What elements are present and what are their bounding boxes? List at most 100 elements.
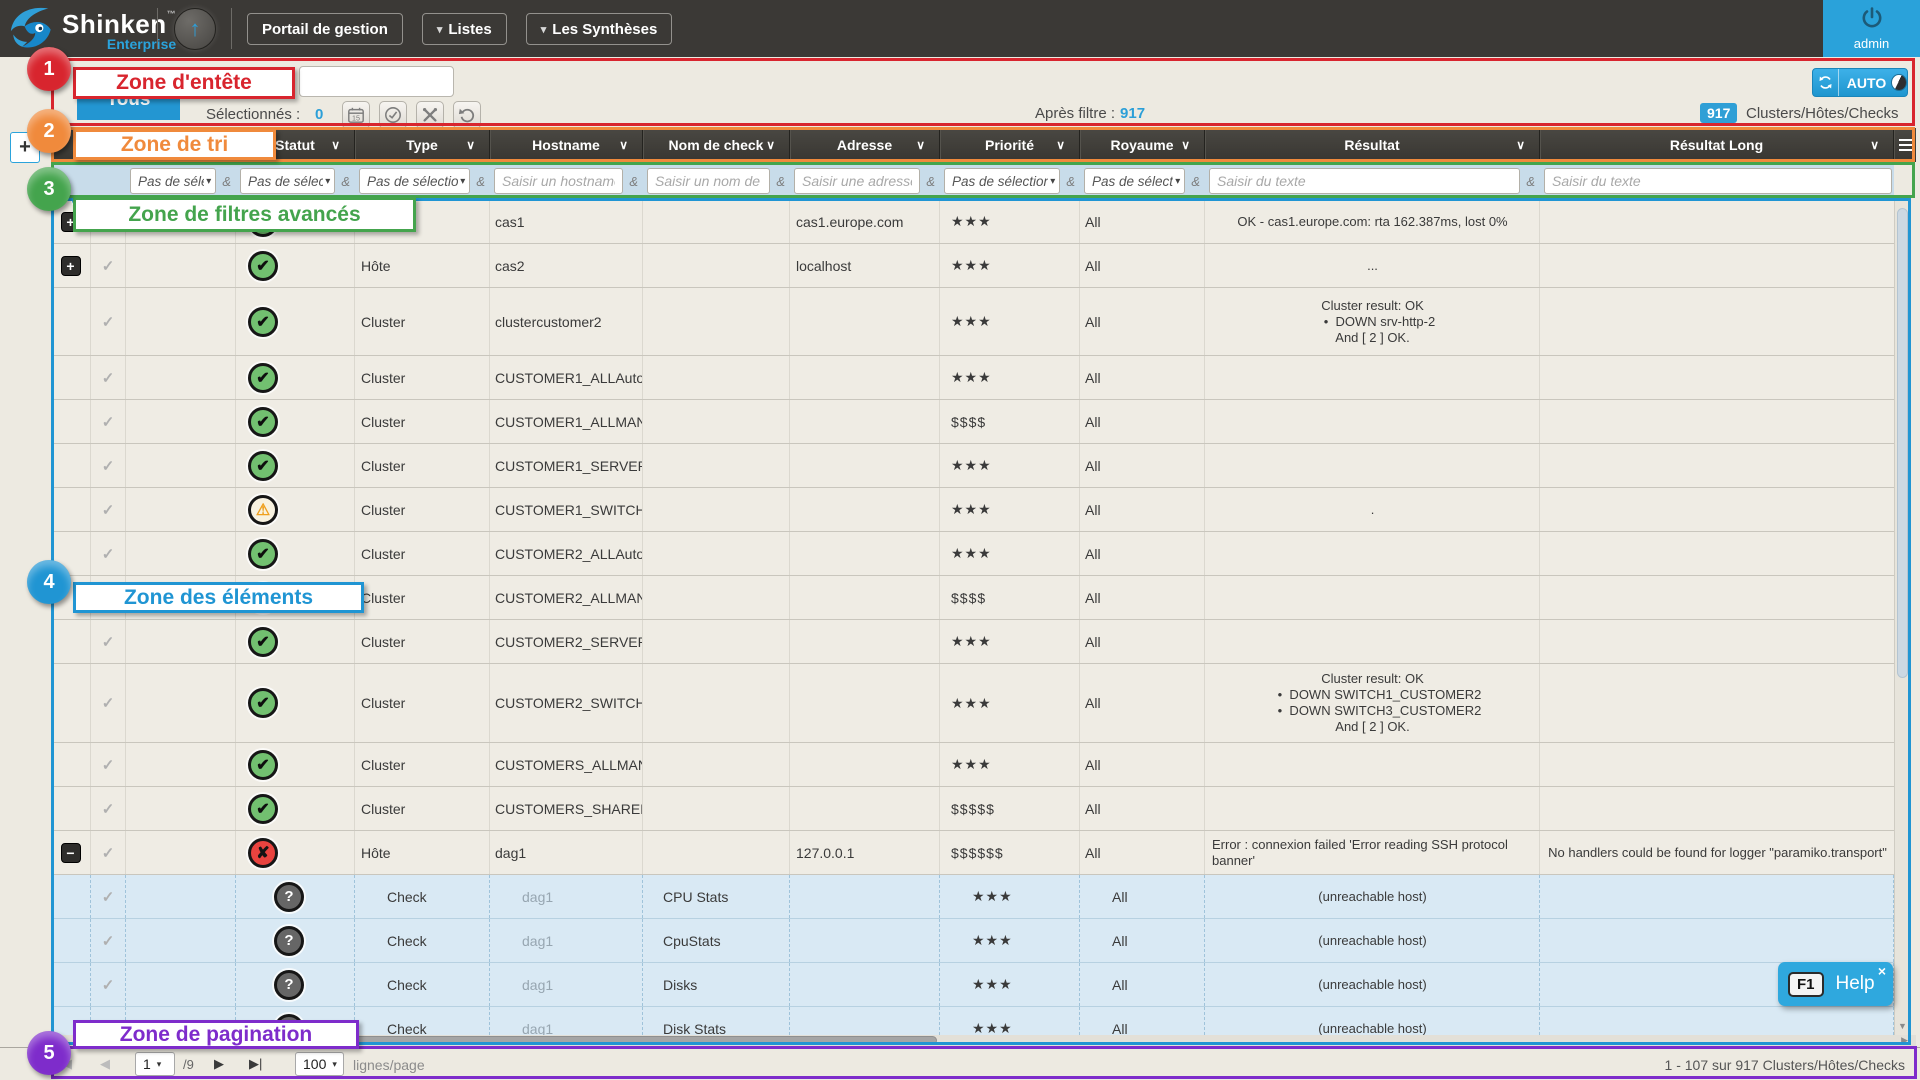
chevron-down-icon[interactable]: ∨: [331, 138, 340, 152]
table-row[interactable]: ✓ Cluster CUSTOMER2_SWITCH ★★★ All Clust…: [51, 664, 1894, 743]
vertical-scrollbar[interactable]: ▼: [1894, 200, 1910, 1035]
filter-input[interactable]: [1209, 168, 1520, 194]
table-row[interactable]: ✓ Check dag1 CPU Stats ★★★ All (unreacha…: [51, 875, 1894, 919]
row-checkbox[interactable]: ✓: [91, 664, 126, 742]
chevron-down-icon: ▾: [460, 176, 465, 187]
chevron-down-icon[interactable]: ∨: [466, 138, 475, 152]
column-header[interactable]: Adresse ∨: [790, 128, 940, 162]
row-checkbox[interactable]: ✓: [91, 1007, 126, 1035]
chevron-down-icon[interactable]: ∨: [1056, 138, 1065, 152]
column-menu-icon[interactable]: [1894, 128, 1916, 162]
row-checkbox[interactable]: ✓: [91, 532, 126, 575]
result-long-cell: [1540, 244, 1894, 287]
table-row[interactable]: ✓ Cluster clustercustomer2 ★★★ All Clust…: [51, 288, 1894, 356]
row-checkbox[interactable]: ✓: [91, 356, 126, 399]
column-header[interactable]: Type ∨: [355, 128, 490, 162]
row-checkbox[interactable]: ✓: [91, 963, 126, 1006]
next-page-button[interactable]: ▶: [214, 1056, 224, 1072]
first-page-button[interactable]: ◀: [62, 1056, 72, 1072]
tab-tous[interactable]: Tous: [77, 80, 180, 120]
column-header[interactable]: Hostname ∨: [490, 128, 643, 162]
row-checkbox[interactable]: ✓: [91, 400, 126, 443]
expand-all-button[interactable]: +: [10, 132, 40, 163]
scroll-left-icon[interactable]: ◀: [57, 1035, 64, 1046]
filter-input[interactable]: [647, 168, 770, 194]
filter-select[interactable]: Pas de sélection ▾: [944, 168, 1060, 194]
check-circle-button[interactable]: [379, 101, 407, 129]
chevron-down-icon[interactable]: ∨: [1870, 138, 1879, 152]
nav-button[interactable]: Portail de gestion: [247, 13, 403, 45]
chevron-down-icon[interactable]: ∨: [619, 138, 628, 152]
auto-refresh-button[interactable]: AUTO: [1812, 68, 1908, 97]
filter-select[interactable]: Pas de sélection ▾: [130, 168, 216, 194]
nav-button[interactable]: ▾ Les Synthèses: [526, 13, 673, 45]
expand-cell: [51, 488, 91, 531]
table-row[interactable]: ✓ Check dag1 CpuStats ★★★ All (unreachab…: [51, 919, 1894, 963]
undo-button[interactable]: [453, 101, 481, 129]
row-checkbox[interactable]: ✓: [91, 919, 126, 962]
expand-toggle-icon[interactable]: +: [61, 256, 81, 276]
view-name-input[interactable]: [299, 66, 454, 97]
row-checkbox[interactable]: ✓: [91, 488, 126, 531]
row-checkbox[interactable]: ✓: [91, 787, 126, 830]
filter-input[interactable]: [494, 168, 623, 194]
user-menu[interactable]: admin: [1823, 0, 1920, 57]
expand-toggle-icon[interactable]: −: [61, 843, 81, 863]
per-page-select[interactable]: 100 ▾: [295, 1052, 344, 1076]
table-row[interactable]: ✓ Check dag1 Disks ★★★ All (unreachable …: [51, 963, 1894, 1007]
help-toast[interactable]: F1 Help ×: [1778, 962, 1893, 1006]
table-row[interactable]: ✓ Cluster CUSTOMER1_ALLAuto ★★★ All: [51, 356, 1894, 400]
filter-select[interactable]: Pas de sélection ▾: [359, 168, 470, 194]
page-select[interactable]: 1 ▾: [135, 1052, 175, 1076]
chevron-down-icon[interactable]: ∨: [1516, 138, 1525, 152]
column-header[interactable]: Résultat ∨: [1205, 128, 1540, 162]
column-header[interactable]: Nom de check ∨: [643, 128, 790, 162]
row-checkbox[interactable]: ✓: [91, 288, 126, 355]
table-row[interactable]: + ✓ Hôte cas1 cas1.europe.com ★★★ All OK…: [51, 200, 1894, 244]
scroll-right-icon[interactable]: ▶: [1901, 1035, 1908, 1046]
table-row[interactable]: ✓ Cluster CUSTOMER1_ALLMANU $$$$ All: [51, 400, 1894, 444]
chevron-down-icon[interactable]: ∨: [916, 138, 925, 152]
previous-page-button[interactable]: ◀: [100, 1056, 110, 1072]
filter-input[interactable]: [1544, 168, 1892, 194]
table-row[interactable]: − ✓ Hôte dag1 127.0.0.1 $$$$$$ All Error…: [51, 831, 1894, 875]
row-checkbox[interactable]: ✓: [91, 444, 126, 487]
row-checkbox[interactable]: ✓: [91, 244, 126, 287]
filter-select[interactable]: Pas de sélection ▾: [1084, 168, 1185, 194]
column-header[interactable]: Résultat Long ∨: [1540, 128, 1894, 162]
table-row[interactable]: + 15 ✓ Hôte cas2 localhost ★★★ All ...: [51, 244, 1894, 288]
row-checkbox[interactable]: ✓: [91, 200, 126, 243]
column-header[interactable]: Royaume ∨: [1080, 128, 1205, 162]
tools-button[interactable]: [416, 101, 444, 129]
scroll-top-button[interactable]: ↑: [174, 8, 216, 50]
row-checkbox[interactable]: ✓: [91, 831, 126, 874]
chevron-down-icon[interactable]: ∨: [766, 138, 775, 152]
table-row[interactable]: ✓ Cluster CUSTOMERS_ALLMANU ★★★ All: [51, 743, 1894, 787]
column-header[interactable]: Priorité ∨: [940, 128, 1080, 162]
expand-toggle-icon[interactable]: +: [61, 212, 81, 232]
table-row[interactable]: ✓ Cluster CUSTOMER2_ALLMANU $$$$ All: [51, 576, 1894, 620]
last-page-button[interactable]: ▶|: [249, 1056, 262, 1072]
table-row[interactable]: ✓ Cluster CUSTOMER2_SERVERS ★★★ All: [51, 620, 1894, 664]
filter-select[interactable]: Pas de sélection ▾: [240, 168, 335, 194]
table-row[interactable]: ✓ Cluster CUSTOMER1_SWITCH ★★★ All .: [51, 488, 1894, 532]
horizontal-scrollbar-thumb[interactable]: [75, 1036, 937, 1045]
calendar-button[interactable]: 15: [342, 101, 370, 129]
shinken-logo[interactable]: Shinken™ Enterprise: [6, 2, 176, 59]
table-row[interactable]: ✓ Cluster CUSTOMER2_ALLAuto ★★★ All: [51, 532, 1894, 576]
table-row[interactable]: ✓ Cluster CUSTOMER1_SERVERS ★★★ All: [51, 444, 1894, 488]
table-row[interactable]: ✓ Cluster CUSTOMERS_SHARED $$$$$ All: [51, 787, 1894, 831]
row-checkbox[interactable]: ✓: [91, 620, 126, 663]
column-header[interactable]: Statut ∨: [236, 128, 355, 162]
row-checkbox[interactable]: ✓: [91, 576, 126, 619]
row-checkbox[interactable]: ✓: [91, 743, 126, 786]
row-checkbox[interactable]: ✓: [91, 875, 126, 918]
nav-button[interactable]: ▾ Listes: [422, 13, 507, 45]
horizontal-scrollbar[interactable]: ◀ ▶: [51, 1035, 1916, 1046]
vertical-scrollbar-thumb[interactable]: [1897, 208, 1908, 678]
close-icon[interactable]: ×: [1878, 963, 1886, 979]
filter-input[interactable]: [794, 168, 920, 194]
table-row[interactable]: ✓ Check dag1 Disk Stats ★★★ All (unreach…: [51, 1007, 1894, 1035]
chevron-down-icon[interactable]: ∨: [1181, 138, 1190, 152]
scroll-down-icon[interactable]: ▼: [1898, 1021, 1907, 1031]
